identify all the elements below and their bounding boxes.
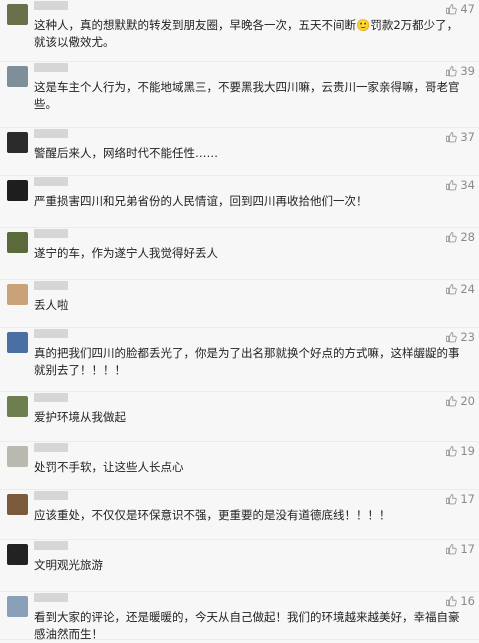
username-blurred[interactable] [34,329,68,338]
username-blurred[interactable] [34,443,68,452]
username-blurred[interactable] [34,229,68,238]
like-count: 16 [460,594,475,608]
comment-text: 遂宁的车，作为遂宁人我觉得好丢人 [34,246,218,260]
like-count: 47 [460,2,475,16]
like-button[interactable]: 20 [445,394,475,408]
thumbs-up-icon [445,445,458,457]
user-avatar[interactable] [7,494,28,515]
comment-text: 这种人，真的想默默的转发到朋友圈，早晚各一次，五天不间断🙂罚款2万都少了，就该以… [34,18,459,49]
user-avatar[interactable] [7,66,28,87]
like-button[interactable]: 19 [445,444,475,458]
comment-item: 19 处罚不手软，让这些人长点心 [0,442,479,490]
like-button[interactable]: 16 [445,594,475,608]
comment-item: 17 应该重处，不仅仅是环保意识不强，更重要的是没有道德底线！！！！ [0,490,479,540]
comment-item: 47 这种人，真的想默默的转发到朋友圈，早晚各一次，五天不间断🙂罚款2万都少了，就… [0,0,479,62]
comment-text: 文明观光旅游 [34,558,103,572]
comment-item: 34 严重损害四川和兄弟省份的人民情谊，回到四川再收拾他们一次！ [0,176,479,228]
like-count: 20 [460,394,475,408]
user-avatar[interactable] [7,446,28,467]
like-button[interactable]: 17 [445,542,475,556]
comment-text: 爱护环境从我做起 [34,410,126,424]
comment-text: 真的把我们四川的脸都丢光了，你是为了出名那就换个好点的方式嘛，这样龌龊的事就别去… [34,346,460,377]
username-blurred[interactable] [34,177,68,186]
user-avatar[interactable] [7,544,28,565]
comment-item: 16 看到大家的评论，还是暖暖的，今天从自己做起！我们的环境越来越美好，幸福自豪感… [0,592,479,641]
like-button[interactable]: 23 [445,330,475,344]
thumbs-up-icon [445,595,458,607]
username-blurred[interactable] [34,593,68,602]
like-button[interactable]: 47 [445,2,475,16]
username-blurred[interactable] [34,541,68,550]
like-button[interactable]: 28 [445,230,475,244]
like-button[interactable]: 34 [445,178,475,192]
user-avatar[interactable] [7,396,28,417]
like-count: 17 [460,542,475,556]
username-blurred[interactable] [34,129,68,138]
username-blurred[interactable] [34,63,68,72]
comment-text: 处罚不手软，让这些人长点心 [34,460,184,474]
like-button[interactable]: 39 [445,64,475,78]
comment-text: 这是车主个人行为，不能地域黑三，不要黑我大四川嘛，云贵川一家亲得嘛，哥老官些。 [34,80,460,111]
like-button[interactable]: 17 [445,492,475,506]
user-avatar[interactable] [7,4,28,25]
like-count: 24 [460,282,475,296]
like-count: 34 [460,178,475,192]
thumbs-up-icon [445,283,458,295]
username-blurred[interactable] [34,281,68,290]
like-button[interactable]: 37 [445,130,475,144]
user-avatar[interactable] [7,332,28,353]
user-avatar[interactable] [7,596,28,617]
like-count: 37 [460,130,475,144]
thumbs-up-icon [445,131,458,143]
like-count: 23 [460,330,475,344]
username-blurred[interactable] [34,491,68,500]
comment-text: 丢人啦 [34,298,69,312]
thumbs-up-icon [445,543,458,555]
comment-text: 警醒后来人，网络时代不能任性…… [34,146,218,160]
comment-item: 17 文明观光旅游 [0,540,479,592]
comment-text: 严重损害四川和兄弟省份的人民情谊，回到四川再收拾他们一次！ [34,194,368,208]
like-count: 39 [460,64,475,78]
thumbs-up-icon [445,331,458,343]
thumbs-up-icon [445,493,458,505]
comment-text: 看到大家的评论，还是暖暖的，今天从自己做起！我们的环境越来越美好，幸福自豪感油然… [34,610,460,641]
like-count: 19 [460,444,475,458]
like-button[interactable]: 24 [445,282,475,296]
comment-text: 应该重处，不仅仅是环保意识不强，更重要的是没有道德底线！！！！ [34,508,391,522]
comment-item: 28 遂宁的车，作为遂宁人我觉得好丢人 [0,228,479,280]
username-blurred[interactable] [34,1,68,10]
like-count: 17 [460,492,475,506]
comment-item: 23 真的把我们四川的脸都丢光了，你是为了出名那就换个好点的方式嘛，这样龌龊的事就… [0,328,479,392]
thumbs-up-icon [445,65,458,77]
user-avatar[interactable] [7,232,28,253]
thumbs-up-icon [445,179,458,191]
user-avatar[interactable] [7,132,28,153]
comment-item: 24 丢人啦 [0,280,479,328]
thumbs-up-icon [445,3,458,15]
user-avatar[interactable] [7,284,28,305]
comment-item: 20 爱护环境从我做起 [0,392,479,442]
comment-item: 39 这是车主个人行为，不能地域黑三，不要黑我大四川嘛，云贵川一家亲得嘛，哥老官些… [0,62,479,128]
comment-item: 37 警醒后来人，网络时代不能任性…… [0,128,479,176]
username-blurred[interactable] [34,393,68,402]
thumbs-up-icon [445,395,458,407]
user-avatar[interactable] [7,180,28,201]
thumbs-up-icon [445,231,458,243]
like-count: 28 [460,230,475,244]
